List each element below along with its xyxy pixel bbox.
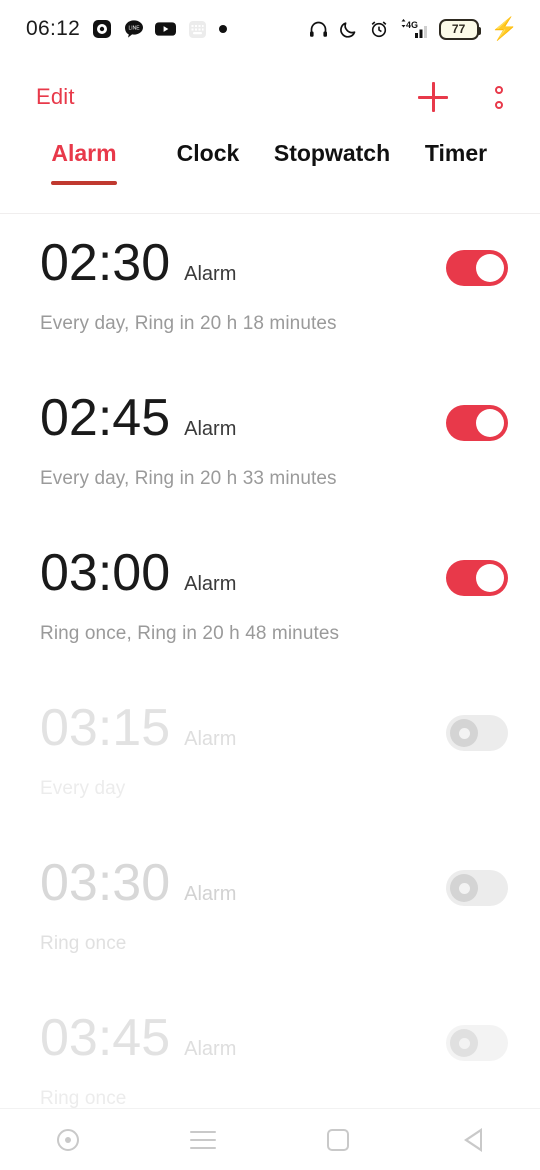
edit-button[interactable]: Edit bbox=[36, 84, 75, 110]
alarm-label: Alarm bbox=[184, 883, 237, 905]
toggle-knob bbox=[450, 719, 478, 747]
app-toolbar: Edit bbox=[0, 58, 540, 136]
tab-active-underline bbox=[51, 181, 117, 185]
alarm-toggle[interactable] bbox=[446, 715, 508, 751]
system-navigation-bar bbox=[0, 1108, 540, 1170]
alarm-subtitle: Every day bbox=[40, 777, 126, 799]
status-bar-clock: 06:12 bbox=[26, 17, 81, 40]
line-app-icon: LINE bbox=[123, 19, 144, 40]
alarm-subtitle: Ring once bbox=[40, 1087, 127, 1109]
toggle-knob bbox=[476, 564, 504, 592]
alarm-heading: 02:45 Alarm bbox=[40, 377, 508, 446]
toggle-knob bbox=[450, 1029, 478, 1057]
battery-percent-label: 77 bbox=[451, 22, 466, 36]
dot-indicator-icon bbox=[219, 25, 228, 33]
status-bar-right: 4G 77 ⚡ bbox=[308, 18, 518, 40]
alarm-subtitle: Every day, Ring in 20 h 18 minutes bbox=[40, 312, 337, 334]
table-row[interactable]: 02:30 Alarm Every day, Ring in 20 h 18 m… bbox=[0, 222, 540, 377]
assistant-circle-icon bbox=[56, 1128, 79, 1151]
youtube-icon bbox=[155, 19, 177, 40]
table-row[interactable]: 03:15 Alarm Every day bbox=[0, 687, 540, 842]
nav-menu-button[interactable] bbox=[135, 1130, 270, 1149]
alarm-heading: 03:00 Alarm bbox=[40, 532, 508, 601]
battery-indicator: 77 bbox=[438, 18, 481, 40]
nav-assistant-button[interactable] bbox=[0, 1128, 135, 1151]
back-triangle-icon bbox=[463, 1127, 482, 1152]
alarm-subtitle: Every day, Ring in 20 h 33 minutes bbox=[40, 467, 337, 489]
toggle-knob bbox=[450, 874, 478, 902]
alarm-time: 02:45 bbox=[40, 389, 171, 447]
keyboard-icon bbox=[187, 19, 208, 40]
svg-text:4G: 4G bbox=[406, 20, 418, 30]
tab-timer-label: Timer bbox=[424, 140, 488, 166]
alarm-label: Alarm bbox=[184, 728, 237, 750]
toggle-knob bbox=[476, 254, 504, 282]
table-row[interactable]: 03:00 Alarm Ring once, Ring in 20 h 48 m… bbox=[0, 532, 540, 687]
alarm-label: Alarm bbox=[184, 573, 237, 595]
toggle-knob bbox=[476, 409, 504, 437]
alarm-heading: 02:30 Alarm bbox=[40, 222, 508, 291]
tab-bar-divider bbox=[0, 213, 540, 214]
camera-record-icon bbox=[91, 19, 112, 40]
do-not-disturb-moon-icon bbox=[339, 19, 359, 39]
nav-back-button[interactable] bbox=[405, 1127, 540, 1152]
alarm-toggle[interactable] bbox=[446, 870, 508, 906]
signal-4g-icon: 4G bbox=[399, 18, 429, 40]
alarm-time: 03:30 bbox=[40, 854, 171, 912]
alarm-set-icon bbox=[369, 19, 389, 39]
alarm-time: 03:15 bbox=[40, 699, 171, 757]
status-bar: 06:12 LINE 4G 77 ⚡ bbox=[0, 0, 540, 58]
alarm-time: 02:30 bbox=[40, 234, 171, 292]
menu-lines-icon bbox=[189, 1130, 216, 1149]
alarm-toggle[interactable] bbox=[446, 1025, 508, 1061]
svg-text:LINE: LINE bbox=[128, 26, 140, 32]
tab-clock[interactable]: Clock bbox=[146, 136, 270, 167]
tab-stopwatch-label: Stopwatch bbox=[273, 140, 391, 166]
alarm-subtitle: Ring once, Ring in 20 h 48 minutes bbox=[40, 622, 340, 644]
status-bar-left: 06:12 LINE bbox=[26, 17, 228, 41]
plus-icon[interactable] bbox=[418, 82, 448, 112]
alarm-label: Alarm bbox=[184, 1038, 237, 1060]
alarm-heading: 03:30 Alarm bbox=[40, 842, 508, 911]
alarm-toggle[interactable] bbox=[446, 405, 508, 441]
tab-stopwatch[interactable]: Stopwatch bbox=[270, 136, 394, 167]
alarm-time: 03:00 bbox=[40, 544, 171, 602]
alarm-subtitle: Ring once bbox=[40, 932, 127, 954]
alarm-heading: 03:15 Alarm bbox=[40, 687, 508, 756]
tab-alarm[interactable]: Alarm bbox=[22, 136, 146, 185]
recents-square-icon bbox=[326, 1128, 349, 1151]
alarm-toggle[interactable] bbox=[446, 560, 508, 596]
charging-bolt-icon: ⚡ bbox=[490, 16, 518, 41]
alarm-time: 03:45 bbox=[40, 1009, 171, 1067]
tab-timer[interactable]: Timer bbox=[394, 136, 518, 167]
table-row[interactable]: 03:30 Alarm Ring once bbox=[0, 842, 540, 997]
two-dot-menu-icon[interactable] bbox=[488, 83, 510, 111]
alarm-toggle[interactable] bbox=[446, 250, 508, 286]
alarm-list: 02:30 Alarm Every day, Ring in 20 h 18 m… bbox=[0, 194, 540, 1152]
alarm-label: Alarm bbox=[184, 263, 237, 285]
nav-recents-button[interactable] bbox=[270, 1128, 405, 1151]
alarm-heading: 03:45 Alarm bbox=[40, 997, 508, 1066]
tab-clock-label: Clock bbox=[176, 140, 240, 166]
tab-alarm-label: Alarm bbox=[51, 140, 117, 166]
tab-bar: Alarm Clock Stopwatch Timer bbox=[0, 136, 540, 214]
headphones-icon bbox=[308, 19, 329, 40]
alarm-label: Alarm bbox=[184, 418, 237, 440]
table-row[interactable]: 02:45 Alarm Every day, Ring in 20 h 33 m… bbox=[0, 377, 540, 532]
toolbar-actions bbox=[418, 82, 510, 112]
